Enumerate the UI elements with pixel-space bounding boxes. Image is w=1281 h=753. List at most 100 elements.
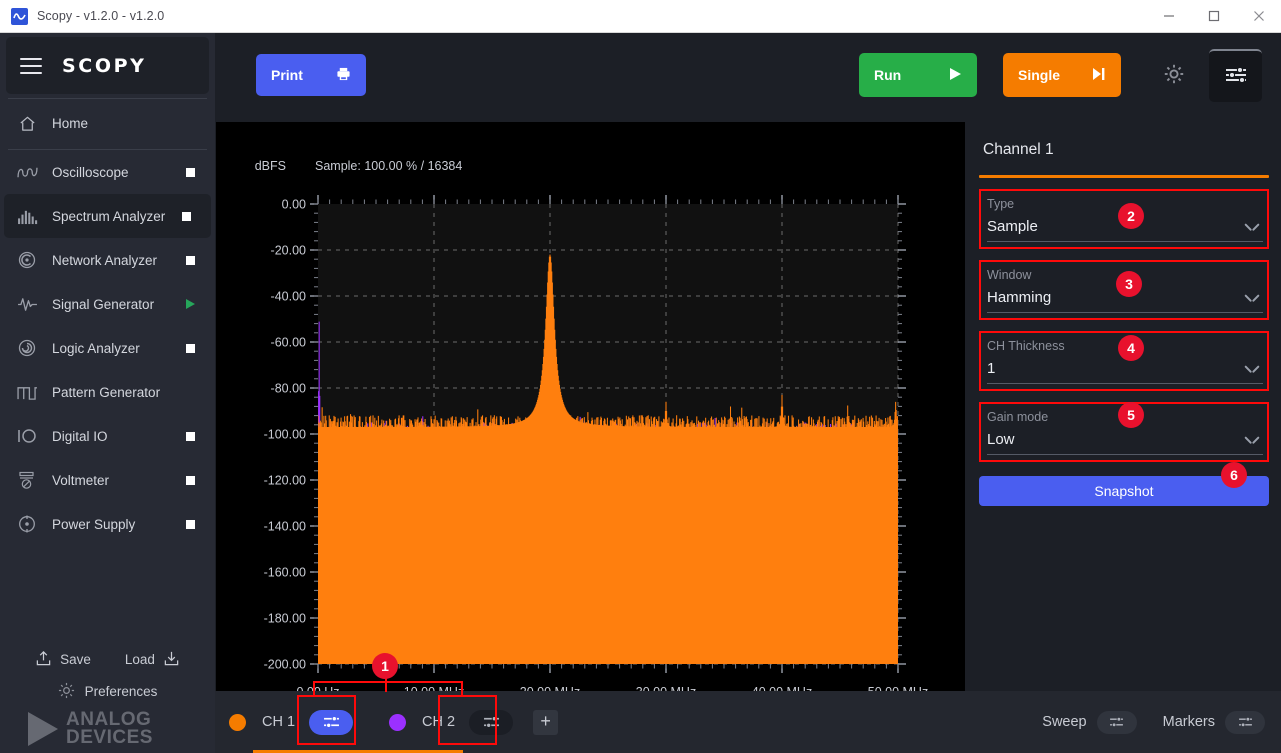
step-forward-icon xyxy=(1092,67,1106,84)
home-icon xyxy=(14,112,40,134)
save-button[interactable]: Save xyxy=(35,650,91,670)
save-label: Save xyxy=(60,652,91,668)
snapshot-button[interactable]: Snapshot xyxy=(979,476,1269,506)
channel-2-group: CH 2 xyxy=(389,709,514,735)
svg-text:-120.00: -120.00 xyxy=(264,474,306,488)
sidebar-item-home[interactable]: Home xyxy=(0,101,215,145)
hamburger-icon[interactable] xyxy=(20,57,42,74)
y-axis-unit-label: dBFS xyxy=(255,159,286,173)
chevron-down-icon xyxy=(1245,436,1259,445)
analog-devices-logo: ANALOG DEVICES xyxy=(0,710,215,748)
sidebar-item-power-supply[interactable]: Power Supply xyxy=(0,502,215,546)
sidebar-divider xyxy=(8,98,207,99)
spectrum-plot[interactable]: dBFS Sample: 100.00 % / 16384 0.00 -20.00… xyxy=(216,122,965,697)
sidebar-header: SCOPY xyxy=(6,37,209,94)
signal-generator-icon xyxy=(14,293,40,315)
gain-mode-dropdown[interactable]: Gain mode Low xyxy=(979,402,1269,462)
top-toolbar: Print Run Single xyxy=(215,33,1281,117)
spectrum-plot-svg: dBFS Sample: 100.00 % / 16384 0.00 -20.00… xyxy=(255,159,928,697)
sidebar-save-load-row: Save Load xyxy=(0,643,215,677)
field-underline xyxy=(987,383,1263,384)
sidebar: SCOPY Home Oscilloscope Spectrum Analyze… xyxy=(0,33,215,753)
sidebar-item-label: Voltmeter xyxy=(52,472,110,488)
analog-devices-triangle-icon xyxy=(28,711,58,746)
brand-line-2: DEVICES xyxy=(66,726,153,748)
gain-mode-value: Low xyxy=(987,431,1015,448)
scopy-wave-icon xyxy=(11,7,28,25)
window-title: Scopy - v1.2.0 - v1.2.0 xyxy=(37,9,165,23)
status-stopped-icon xyxy=(186,167,195,177)
sidebar-item-oscilloscope[interactable]: Oscilloscope xyxy=(0,150,215,194)
sidebar-item-voltmeter[interactable]: Voltmeter xyxy=(0,458,215,502)
play-icon xyxy=(949,67,962,84)
spectrum-plot-container: dBFS Sample: 100.00 % / 16384 0.00 -20.00… xyxy=(215,117,965,697)
gain-mode-label: Gain mode xyxy=(987,410,1049,424)
channel-1-settings-toggle[interactable] xyxy=(309,709,354,735)
field-underline xyxy=(987,454,1263,455)
app-root: SCOPY Home Oscilloscope Spectrum Analyze… xyxy=(0,33,1281,753)
minimize-icon[interactable] xyxy=(1146,0,1191,32)
sidebar-item-label: Signal Generator xyxy=(52,296,155,312)
status-stopped-icon xyxy=(186,255,195,265)
type-value: Sample xyxy=(987,218,1038,235)
general-settings-gear-button[interactable] xyxy=(1153,54,1195,96)
svg-text:-200.00: -200.00 xyxy=(264,658,306,672)
sidebar-item-label: Home xyxy=(52,115,89,131)
markers-settings-toggle[interactable] xyxy=(1225,710,1265,734)
status-stopped-icon xyxy=(186,475,195,485)
sidebar-item-spectrum-analyzer[interactable]: Spectrum Analyzer xyxy=(4,194,211,238)
channel-settings-panel-button[interactable] xyxy=(1209,48,1262,102)
status-stopped-icon xyxy=(186,431,195,441)
network-analyzer-icon xyxy=(14,249,40,271)
window-dropdown[interactable]: Window Hamming xyxy=(979,260,1269,320)
channel-1-label: CH 1 xyxy=(262,714,296,730)
chevron-down-icon xyxy=(1245,365,1259,374)
content-area: dBFS Sample: 100.00 % / 16384 0.00 -20.00… xyxy=(215,117,1281,697)
add-channel-button[interactable]: + xyxy=(533,709,559,735)
sidebar-item-label: Spectrum Analyzer xyxy=(52,208,166,224)
chevron-down-icon xyxy=(1245,294,1259,303)
sidebar-item-label: Oscilloscope xyxy=(52,164,129,180)
maximize-icon[interactable] xyxy=(1191,0,1236,32)
voltmeter-icon xyxy=(14,469,40,491)
sweep-group: Sweep xyxy=(1042,710,1137,734)
channel-2-label: CH 2 xyxy=(422,714,456,730)
channel-bar: CH 1 CH 2 + Sweep Markers xyxy=(215,691,1281,753)
sidebar-item-digital-io[interactable]: Digital IO xyxy=(0,414,215,458)
y-axis-tick-labels: 0.00 -20.00 -40.00 -60.00 -80.00 -100.00 -120.… xyxy=(264,198,306,672)
channel-1-color-dot xyxy=(229,713,246,731)
single-button[interactable]: Single xyxy=(1003,53,1121,97)
sample-info-label: Sample: 100.00 % / 16384 xyxy=(315,159,462,173)
load-button[interactable]: Load xyxy=(125,650,180,670)
preferences-button[interactable]: Preferences xyxy=(0,677,215,707)
status-stopped-icon xyxy=(186,519,195,529)
markers-label: Markers xyxy=(1162,714,1215,730)
sidebar-item-signal-generator[interactable]: Signal Generator xyxy=(0,282,215,326)
sidebar-item-label: Pattern Generator xyxy=(52,384,161,400)
field-underline xyxy=(987,241,1263,242)
sweep-settings-toggle[interactable] xyxy=(1096,710,1137,734)
load-label: Load xyxy=(124,652,155,668)
field-underline xyxy=(987,312,1263,313)
sidebar-item-pattern-generator[interactable]: Pattern Generator xyxy=(0,370,215,414)
close-icon[interactable] xyxy=(1236,0,1281,32)
print-button[interactable]: Print xyxy=(256,54,366,96)
channel-1-group: CH 1 xyxy=(229,709,354,735)
sidebar-item-label: Network Analyzer xyxy=(52,252,158,268)
type-dropdown[interactable]: Type Sample xyxy=(979,189,1269,249)
channel-2-settings-toggle[interactable] xyxy=(469,709,514,735)
run-button[interactable]: Run xyxy=(859,53,977,97)
ch-thickness-dropdown[interactable]: CH Thickness 1 xyxy=(979,331,1269,391)
svg-text:-160.00: -160.00 xyxy=(264,566,306,580)
sidebar-item-network-analyzer[interactable]: Network Analyzer xyxy=(0,238,215,282)
power-supply-icon xyxy=(14,513,40,535)
sidebar-item-logic-analyzer[interactable]: Logic Analyzer xyxy=(0,326,215,370)
analog-devices-wordmark: ANALOG DEVICES xyxy=(66,710,153,748)
channel-settings-panel: Channel 1 Type Sample Window Hamming CH … xyxy=(965,117,1281,691)
channel-2-color-dot xyxy=(389,713,407,731)
ch-thickness-value: 1 xyxy=(987,360,996,377)
channel-accent-underline xyxy=(979,175,1269,178)
ch-thickness-label: CH Thickness xyxy=(987,339,1065,353)
svg-text:-60.00: -60.00 xyxy=(271,336,306,350)
sliders-icon xyxy=(1224,66,1248,87)
